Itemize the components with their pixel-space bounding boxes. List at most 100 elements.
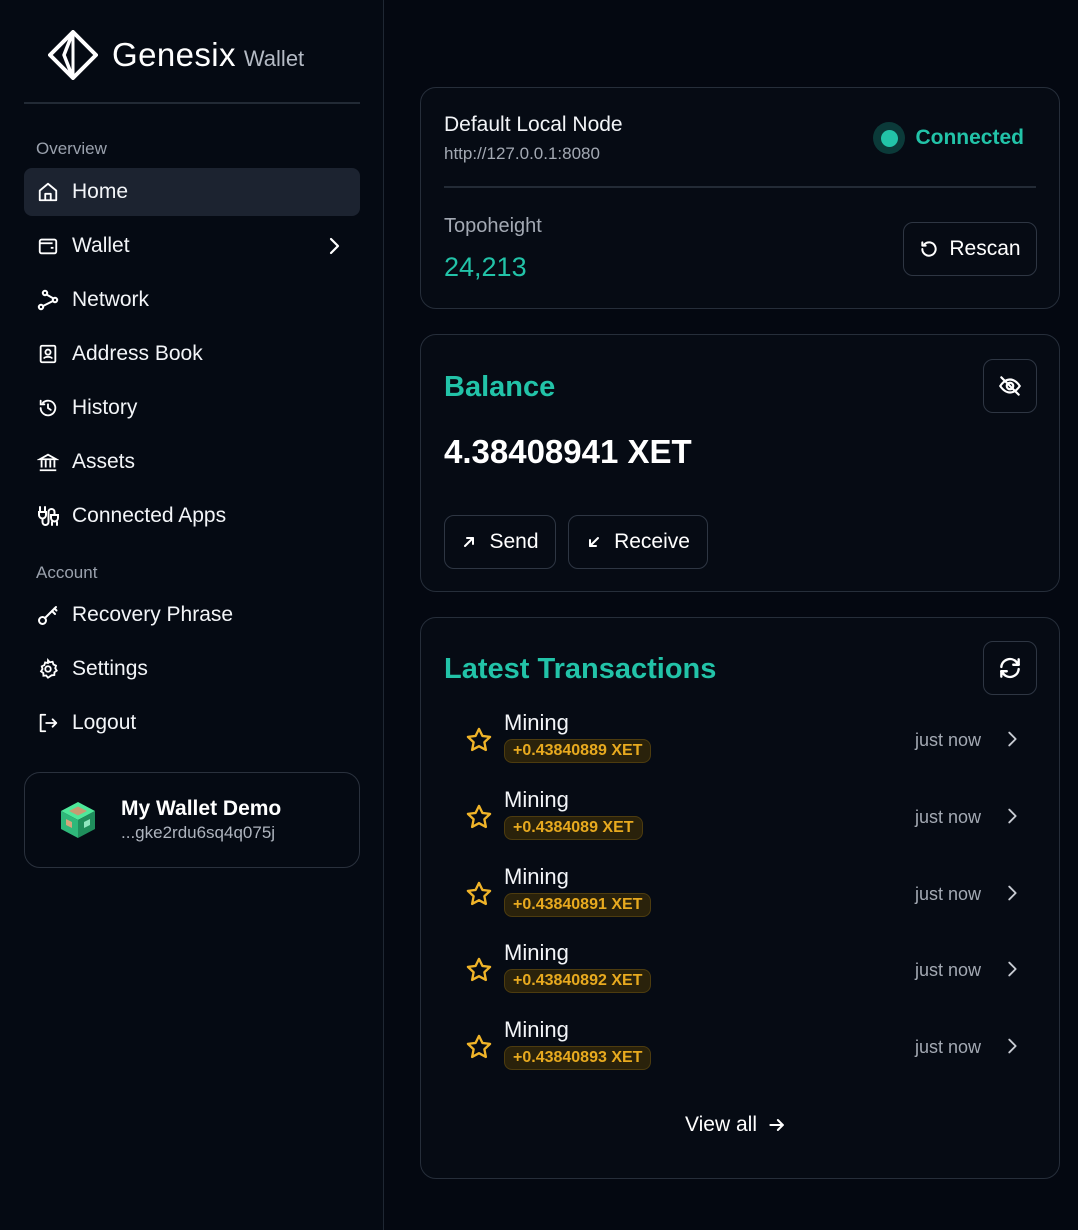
- transaction-amount: +0.43840892 XET: [504, 969, 652, 993]
- sidebar-item-label: Address Book: [72, 342, 203, 365]
- balance-title: Balance: [444, 371, 556, 403]
- receive-label: Receive: [614, 530, 690, 553]
- balance-amount: 4.38408941 XET: [444, 433, 692, 470]
- transaction-row[interactable]: Mining +0.4384089 XET just now: [465, 787, 1025, 851]
- transaction-type: Mining: [504, 1017, 569, 1042]
- node-divider: [444, 186, 1036, 188]
- key-icon: [36, 603, 60, 627]
- wallet-card[interactable]: My Wallet Demo ...gke2rdu6sq4q075j: [24, 772, 360, 868]
- chevron-right-icon: [1008, 808, 1017, 824]
- history-icon: [36, 396, 60, 420]
- status-dot-icon: [873, 122, 906, 154]
- network-icon: [36, 288, 60, 312]
- star-icon: [466, 727, 492, 752]
- rescan-icon: [921, 241, 938, 257]
- star-icon: [466, 957, 492, 982]
- connection-status: Connected: [873, 122, 1024, 154]
- transactions-card: Latest Transactions Mining +0.43840889 X…: [420, 617, 1060, 1179]
- transaction-amount: +0.4384089 XET: [504, 816, 643, 840]
- hide-balance-button[interactable]: [983, 359, 1037, 413]
- node-name: Default Local Node: [444, 113, 623, 136]
- rescan-label: Rescan: [949, 237, 1021, 260]
- sidebar: Genesix Wallet Overview Home Wallet Netw…: [0, 0, 384, 1230]
- home-icon: [36, 180, 60, 204]
- sidebar-item-assets[interactable]: Assets: [24, 438, 360, 486]
- transaction-time: just now: [915, 884, 982, 904]
- star-icon: [466, 1034, 492, 1059]
- star-icon: [466, 804, 492, 829]
- sidebar-divider: [24, 102, 360, 104]
- sidebar-item-recovery-phrase[interactable]: Recovery Phrase: [24, 591, 360, 639]
- sidebar-item-label: History: [72, 396, 138, 419]
- contact-book-icon: [36, 342, 60, 366]
- chevron-right-icon: [1008, 731, 1017, 747]
- arrow-up-right-icon: [464, 537, 475, 547]
- transaction-time: just now: [915, 1037, 982, 1057]
- refresh-transactions-button[interactable]: [983, 641, 1037, 695]
- refresh-icon: [1000, 657, 1020, 679]
- sidebar-item-label: Network: [72, 288, 150, 311]
- send-button[interactable]: Send: [444, 515, 556, 569]
- transaction-time: just now: [915, 960, 982, 980]
- sidebar-item-connected-apps[interactable]: Connected Apps: [24, 492, 360, 540]
- node-url: http://127.0.0.1:8080: [444, 144, 600, 163]
- arrow-right-icon: [769, 1119, 784, 1131]
- sidebar-item-label: Logout: [72, 711, 137, 734]
- sidebar-item-address-book[interactable]: Address Book: [24, 330, 360, 378]
- chevron-right-icon: [1008, 961, 1017, 977]
- wallet-info: My Wallet Demo ...gke2rdu6sq4q075j: [121, 797, 281, 843]
- transaction-type: Mining: [504, 710, 569, 735]
- transaction-time: just now: [915, 730, 982, 750]
- bank-icon: [36, 450, 60, 474]
- transactions-title: Latest Transactions: [444, 653, 717, 685]
- view-all-label: View all: [685, 1113, 757, 1136]
- sidebar-item-logout[interactable]: Logout: [24, 699, 360, 747]
- sidebar-item-settings[interactable]: Settings: [24, 645, 360, 693]
- app-logo[interactable]: Genesix Wallet: [48, 30, 304, 80]
- transaction-amount: +0.43840893 XET: [504, 1046, 652, 1070]
- transaction-row[interactable]: Mining +0.43840891 XET just now: [465, 864, 1025, 928]
- wallet-icon: [36, 234, 60, 258]
- transaction-row[interactable]: Mining +0.43840892 XET just now: [465, 940, 1025, 1004]
- section-label-account: Account: [36, 563, 98, 582]
- transaction-row[interactable]: Mining +0.43840889 XET just now: [465, 710, 1025, 774]
- chevron-right-icon: [1008, 1038, 1017, 1054]
- transaction-row[interactable]: Mining +0.43840893 XET just now: [465, 1017, 1025, 1081]
- receive-button[interactable]: Receive: [568, 515, 708, 569]
- transaction-type: Mining: [504, 864, 569, 889]
- status-text: Connected: [915, 126, 1024, 149]
- sidebar-item-label: Assets: [72, 450, 136, 473]
- view-all-link[interactable]: View all: [685, 1113, 787, 1137]
- eye-off-icon: [998, 376, 1022, 396]
- wallet-avatar-icon: [61, 802, 95, 838]
- send-label: Send: [489, 530, 539, 553]
- star-icon: [466, 881, 492, 906]
- logout-icon: [36, 711, 60, 735]
- arrow-down-left-icon: [589, 537, 600, 547]
- sidebar-item-network[interactable]: Network: [24, 276, 360, 324]
- plug-icon: [36, 504, 60, 528]
- brand-name: Genesix: [112, 36, 236, 73]
- sidebar-item-label: Recovery Phrase: [72, 603, 234, 626]
- transaction-time: just now: [915, 807, 982, 827]
- topoheight-label: Topoheight: [444, 215, 542, 237]
- sidebar-item-home[interactable]: Home: [24, 168, 360, 216]
- genesix-logo-icon: [48, 30, 98, 80]
- sidebar-item-label: Wallet: [72, 234, 130, 257]
- sidebar-item-label: Connected Apps: [72, 504, 227, 527]
- transaction-amount: +0.43840891 XET: [504, 893, 652, 917]
- sidebar-item-wallet[interactable]: Wallet: [24, 222, 360, 270]
- node-card: Default Local Node http://127.0.0.1:8080…: [420, 87, 1060, 309]
- transaction-type: Mining: [504, 787, 569, 812]
- sidebar-item-label: Settings: [72, 657, 148, 680]
- balance-card: Balance 4.38408941 XET Send Receive: [420, 334, 1060, 592]
- rescan-button[interactable]: Rescan: [903, 222, 1037, 276]
- transaction-amount: +0.43840889 XET: [504, 739, 652, 763]
- chevron-right-icon: [1008, 885, 1017, 901]
- gear-icon: [36, 657, 60, 681]
- wallet-address: ...gke2rdu6sq4q075j: [121, 823, 276, 842]
- sidebar-item-history[interactable]: History: [24, 384, 360, 432]
- wallet-name: My Wallet Demo: [121, 797, 282, 820]
- topoheight-value: 24,213: [444, 252, 527, 282]
- chevron-right-icon: [329, 237, 340, 255]
